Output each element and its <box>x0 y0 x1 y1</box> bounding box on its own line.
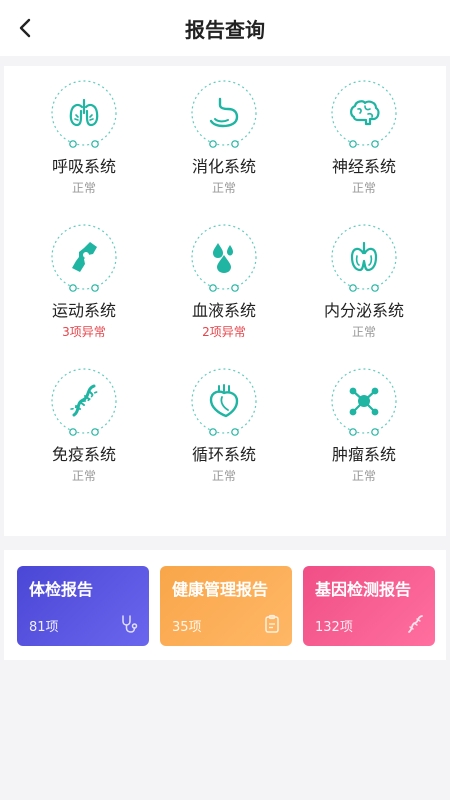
systems-grid: 呼吸系统 正常 消化系统 正常 神经系统 正常 运动系统 3项异常 血液系统 2… <box>4 66 446 536</box>
system-item[interactable]: 内分泌系统 正常 <box>294 210 434 350</box>
report-title: 基因检测报告 <box>315 580 412 599</box>
lungs-icon <box>66 95 102 131</box>
system-name: 神经系统 <box>331 157 396 176</box>
system-status: 2项异常 <box>202 325 246 339</box>
system-item[interactable]: 神经系统 正常 <box>294 66 434 206</box>
system-status: 正常 <box>71 181 96 195</box>
system-status: 正常 <box>211 469 236 483</box>
system-name: 呼吸系统 <box>51 157 116 176</box>
clipboard-icon <box>262 614 282 634</box>
system-item[interactable]: 消化系统 正常 <box>154 66 294 206</box>
page-title: 报告查询 <box>185 18 265 42</box>
system-icon-ring <box>329 78 399 148</box>
system-icon-ring <box>49 78 119 148</box>
report-count: 81项 <box>29 620 59 635</box>
top-bar: 报告查询 <box>0 0 450 56</box>
system-item[interactable]: 运动系统 3项异常 <box>14 210 154 350</box>
dna-icon <box>66 383 102 419</box>
report-title: 健康管理报告 <box>172 580 269 599</box>
system-name: 血液系统 <box>191 301 256 320</box>
molecule-icon <box>346 383 382 419</box>
system-name: 循环系统 <box>191 445 256 464</box>
system-icon-ring <box>49 222 119 292</box>
system-icon-ring <box>189 222 259 292</box>
system-item[interactable]: 肿瘤系统 正常 <box>294 354 434 494</box>
thyroid-icon <box>346 239 382 275</box>
blood-drops-icon <box>206 239 242 275</box>
system-status: 正常 <box>351 325 376 339</box>
joint-icon <box>66 239 102 275</box>
system-item[interactable]: 免疫系统 正常 <box>14 354 154 494</box>
system-status: 正常 <box>351 181 376 195</box>
heart-icon <box>206 383 242 419</box>
brain-icon <box>346 95 382 131</box>
stomach-icon <box>206 95 242 131</box>
system-status: 正常 <box>71 469 96 483</box>
system-status: 3项异常 <box>62 325 106 339</box>
report-card[interactable]: 基因检测报告 132项 <box>303 566 435 646</box>
system-icon-ring <box>49 366 119 436</box>
system-status: 正常 <box>211 181 236 195</box>
system-name: 免疫系统 <box>51 445 116 464</box>
system-name: 运动系统 <box>51 301 116 320</box>
system-item[interactable]: 循环系统 正常 <box>154 354 294 494</box>
system-icon-ring <box>189 78 259 148</box>
report-card[interactable]: 体检报告 81项 <box>17 566 149 646</box>
system-name: 肿瘤系统 <box>331 445 396 464</box>
dna-icon <box>405 614 425 634</box>
report-count: 132项 <box>315 620 353 635</box>
system-item[interactable]: 血液系统 2项异常 <box>154 210 294 350</box>
report-title: 体检报告 <box>29 580 94 599</box>
system-icon-ring <box>329 366 399 436</box>
systems-card: 呼吸系统 正常 消化系统 正常 神经系统 正常 运动系统 3项异常 血液系统 2… <box>4 66 446 536</box>
system-icon-ring <box>189 366 259 436</box>
reports-section: 体检报告 81项 健康管理报告 35项 基因检测报告 132项 <box>4 550 446 660</box>
system-item[interactable]: 呼吸系统 正常 <box>14 66 154 206</box>
report-card[interactable]: 健康管理报告 35项 <box>160 566 292 646</box>
system-icon-ring <box>329 222 399 292</box>
system-name: 消化系统 <box>191 157 256 176</box>
report-count: 35项 <box>172 620 202 635</box>
system-status: 正常 <box>351 469 376 483</box>
system-name: 内分泌系统 <box>323 301 404 320</box>
stethoscope-icon <box>119 614 139 634</box>
